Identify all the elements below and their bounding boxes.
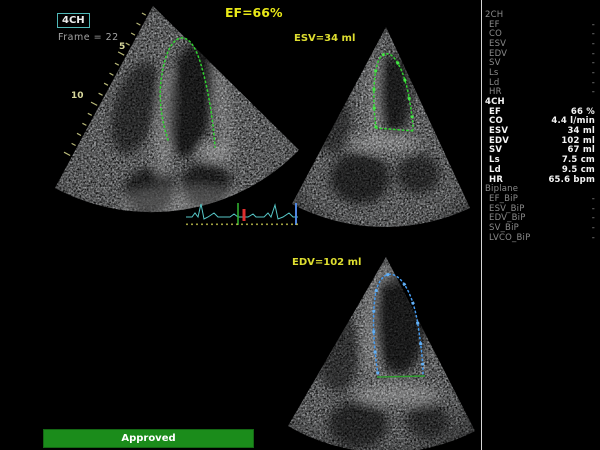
- measurement-label: EF: [489, 107, 501, 117]
- panel-measurement-row: ESV 34 ml: [482, 126, 600, 136]
- measurement-value: -: [592, 29, 595, 39]
- panel-measurement-row: EDV -: [482, 49, 600, 59]
- panel-measurement-row: SV_BiP -: [482, 223, 600, 233]
- depth-mark-10: 10: [71, 91, 84, 101]
- panel-measurement-row: SV 67 ml: [482, 146, 600, 156]
- measurement-label: EDV: [489, 49, 507, 59]
- measurement-value: 65.6 bpm: [548, 175, 595, 185]
- measurement-value: 4.4 l/min: [551, 116, 595, 126]
- measurement-value: 67 ml: [567, 145, 595, 155]
- frame-number-label: Frame = 22: [58, 32, 119, 43]
- measurement-label: 2CH: [485, 10, 503, 20]
- measurement-value: 7.5 cm: [562, 155, 595, 165]
- measurement-value: -: [592, 68, 595, 78]
- panel-measurement-row: SV -: [482, 58, 600, 68]
- measurement-label: EDV_BiP: [489, 213, 526, 223]
- measurement-label: CO: [489, 29, 502, 39]
- esv-result-label: ESV=34 ml: [294, 33, 355, 44]
- panel-measurement-row: Ld -: [482, 78, 600, 88]
- measurement-label: 4CH: [485, 97, 505, 107]
- esv-echo-view: [285, 20, 480, 235]
- panel-section-row: 4CH: [482, 97, 600, 107]
- measurement-label: SV: [489, 145, 502, 155]
- measurement-label: Ld: [489, 165, 501, 175]
- measurement-value: -: [592, 20, 595, 30]
- depth-mark-5: 5: [119, 42, 125, 52]
- echo-workstation-screen: 4CH Frame = 22 EF=66% ESV=34 ml EDV=102 …: [0, 0, 600, 450]
- measurement-value: -: [592, 78, 595, 88]
- measurement-value: 66 %: [571, 107, 595, 117]
- measurement-value: 102 ml: [561, 136, 595, 146]
- measurement-value: -: [592, 194, 595, 204]
- measurement-value: -: [592, 233, 595, 243]
- measurement-value: -: [592, 223, 595, 233]
- measurement-value: -: [592, 39, 595, 49]
- ecg-trace: [186, 203, 298, 225]
- panel-measurement-row: CO 4.4 l/min: [482, 117, 600, 127]
- panel-measurement-row: CO -: [482, 29, 600, 39]
- panel-measurement-row: EF 66 %: [482, 107, 600, 117]
- panel-measurement-row: HR 65.6 bpm: [482, 175, 600, 185]
- panel-measurement-row: ESV_BiP -: [482, 204, 600, 214]
- panel-measurement-row: Ld 9.5 cm: [482, 165, 600, 175]
- ecg-timeline-dots: [186, 224, 298, 226]
- measurement-label: CO: [489, 116, 503, 126]
- measurement-value: -: [592, 213, 595, 223]
- measurement-label: EF: [489, 20, 500, 30]
- panel-section-row: Biplane: [482, 184, 600, 194]
- measurement-value: -: [592, 87, 595, 97]
- panel-measurement-row: Ls 7.5 cm: [482, 155, 600, 165]
- ef-result-label: EF=66%: [225, 5, 282, 20]
- measurement-value: -: [592, 49, 595, 59]
- measurement-label: Ls: [489, 155, 500, 165]
- measurement-value: 34 ml: [567, 126, 595, 136]
- view-mode-badge: 4CH: [57, 13, 90, 28]
- measurement-label: Ld: [489, 78, 500, 88]
- panel-measurement-row: HR -: [482, 88, 600, 98]
- measurement-label: SV_BiP: [489, 223, 519, 233]
- panel-measurement-row: EF -: [482, 20, 600, 30]
- measurement-label: LVCO_BiP: [489, 233, 530, 243]
- measurement-label: Biplane: [485, 184, 518, 194]
- panel-measurement-row: LVCO_BiP -: [482, 233, 600, 243]
- measurement-label: EDV: [489, 136, 509, 146]
- panel-section-row: 2CH: [482, 10, 600, 20]
- measurement-label: Ls: [489, 68, 499, 78]
- edv-result-label: EDV=102 ml: [292, 257, 361, 268]
- measurement-label: ESV: [489, 126, 508, 136]
- approved-button[interactable]: Approved: [43, 429, 254, 448]
- edv-echo-view: [265, 250, 480, 450]
- panel-measurement-row: EDV_BiP -: [482, 213, 600, 223]
- measurement-value: 9.5 cm: [562, 165, 595, 175]
- lv-baseline-edv: [377, 376, 425, 377]
- measurement-value: -: [592, 204, 595, 214]
- measurement-label: SV: [489, 58, 501, 68]
- measurement-label: HR: [489, 175, 503, 185]
- panel-measurement-row: Ls -: [482, 68, 600, 78]
- panel-measurement-row: EF_BiP -: [482, 194, 600, 204]
- measurement-label: ESV_BiP: [489, 204, 525, 214]
- measurement-label: ESV: [489, 39, 506, 49]
- measurement-label: HR: [489, 87, 502, 97]
- results-panel-rows: 2CHEF-CO-ESV-EDV-SV-Ls-Ld-HR-4CHEF66 %CO…: [482, 10, 600, 243]
- panel-measurement-row: ESV -: [482, 39, 600, 49]
- panel-measurement-row: EDV 102 ml: [482, 136, 600, 146]
- measurement-label: EF_BiP: [489, 194, 518, 204]
- measurement-results-panel: 2CHEF-CO-ESV-EDV-SV-Ls-Ld-HR-4CHEF66 %CO…: [481, 0, 600, 450]
- measurement-value: -: [592, 58, 595, 68]
